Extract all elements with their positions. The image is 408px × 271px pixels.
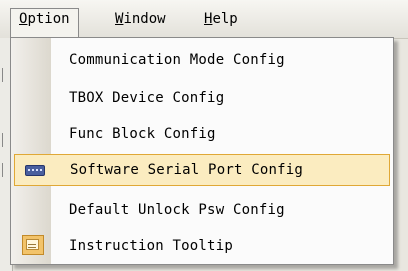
menu-item-software-serial-port-config[interactable]: Software Serial Port Config	[14, 154, 390, 186]
menu-item-label: Software Serial Port Config	[70, 162, 303, 178]
menu-item-instruction-tooltip[interactable]: Instruction Tooltip	[14, 230, 390, 262]
menu-item-label: Func Block Config	[69, 126, 216, 142]
menu-item-label: Default Unlock Psw Config	[69, 202, 285, 218]
menu-item-default-unlock-psw-config[interactable]: Default Unlock Psw Config	[14, 194, 390, 226]
menu-window[interactable]: Window	[107, 8, 174, 30]
menu-window-label: indow	[123, 11, 166, 27]
menu-item-communication-mode-config[interactable]: Communication Mode Config	[14, 44, 390, 76]
menu-item-label: Instruction Tooltip	[69, 238, 233, 254]
menu-item-tbox-device-config[interactable]: TBOX Device Config	[14, 82, 390, 114]
menu-help[interactable]: Help	[196, 8, 246, 30]
background-edge-mark	[2, 163, 9, 177]
menu-item-func-block-config[interactable]: Func Block Config	[14, 118, 390, 150]
option-dropdown-menu: Communication Mode Config TBOX Device Co…	[10, 37, 394, 265]
menu-bar: Option Window Help	[0, 0, 408, 39]
menu-item-label: TBOX Device Config	[69, 90, 225, 106]
menu-option-label: ption	[27, 11, 70, 27]
serial-port-icon	[25, 162, 45, 179]
background-edge-mark	[2, 68, 9, 82]
background-edge-mark	[2, 133, 9, 147]
menu-help-label: elp	[212, 11, 238, 27]
menu-item-label: Communication Mode Config	[69, 52, 285, 68]
tooltip-icon	[22, 235, 44, 255]
menu-option[interactable]: Option	[10, 8, 79, 38]
